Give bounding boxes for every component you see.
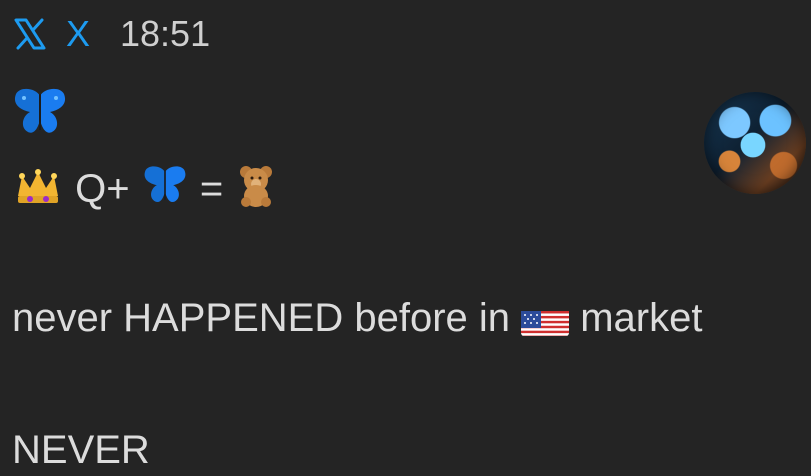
status-time: 18:51 (120, 12, 210, 56)
teddy-bear-icon (234, 162, 278, 221)
butterfly-icon (12, 86, 68, 151)
crown-icon (12, 166, 64, 217)
never-text: NEVER (12, 424, 150, 476)
us-flag-icon (521, 304, 569, 336)
butterfly-line (12, 86, 68, 151)
equals-text: = (200, 167, 223, 211)
x-logo-icon (12, 16, 48, 52)
market-line: never HAPPENED before in market (12, 292, 702, 344)
market-text-before: never HAPPENED before in (12, 296, 521, 340)
equation-line: Q+ = (12, 162, 278, 221)
q-plus-text: Q+ (75, 167, 129, 211)
avatar[interactable] (704, 92, 806, 194)
butterfly-icon (141, 164, 189, 219)
market-text-after: market (569, 296, 702, 340)
status-header: X 18:51 (12, 12, 210, 56)
app-name: X (66, 12, 90, 56)
